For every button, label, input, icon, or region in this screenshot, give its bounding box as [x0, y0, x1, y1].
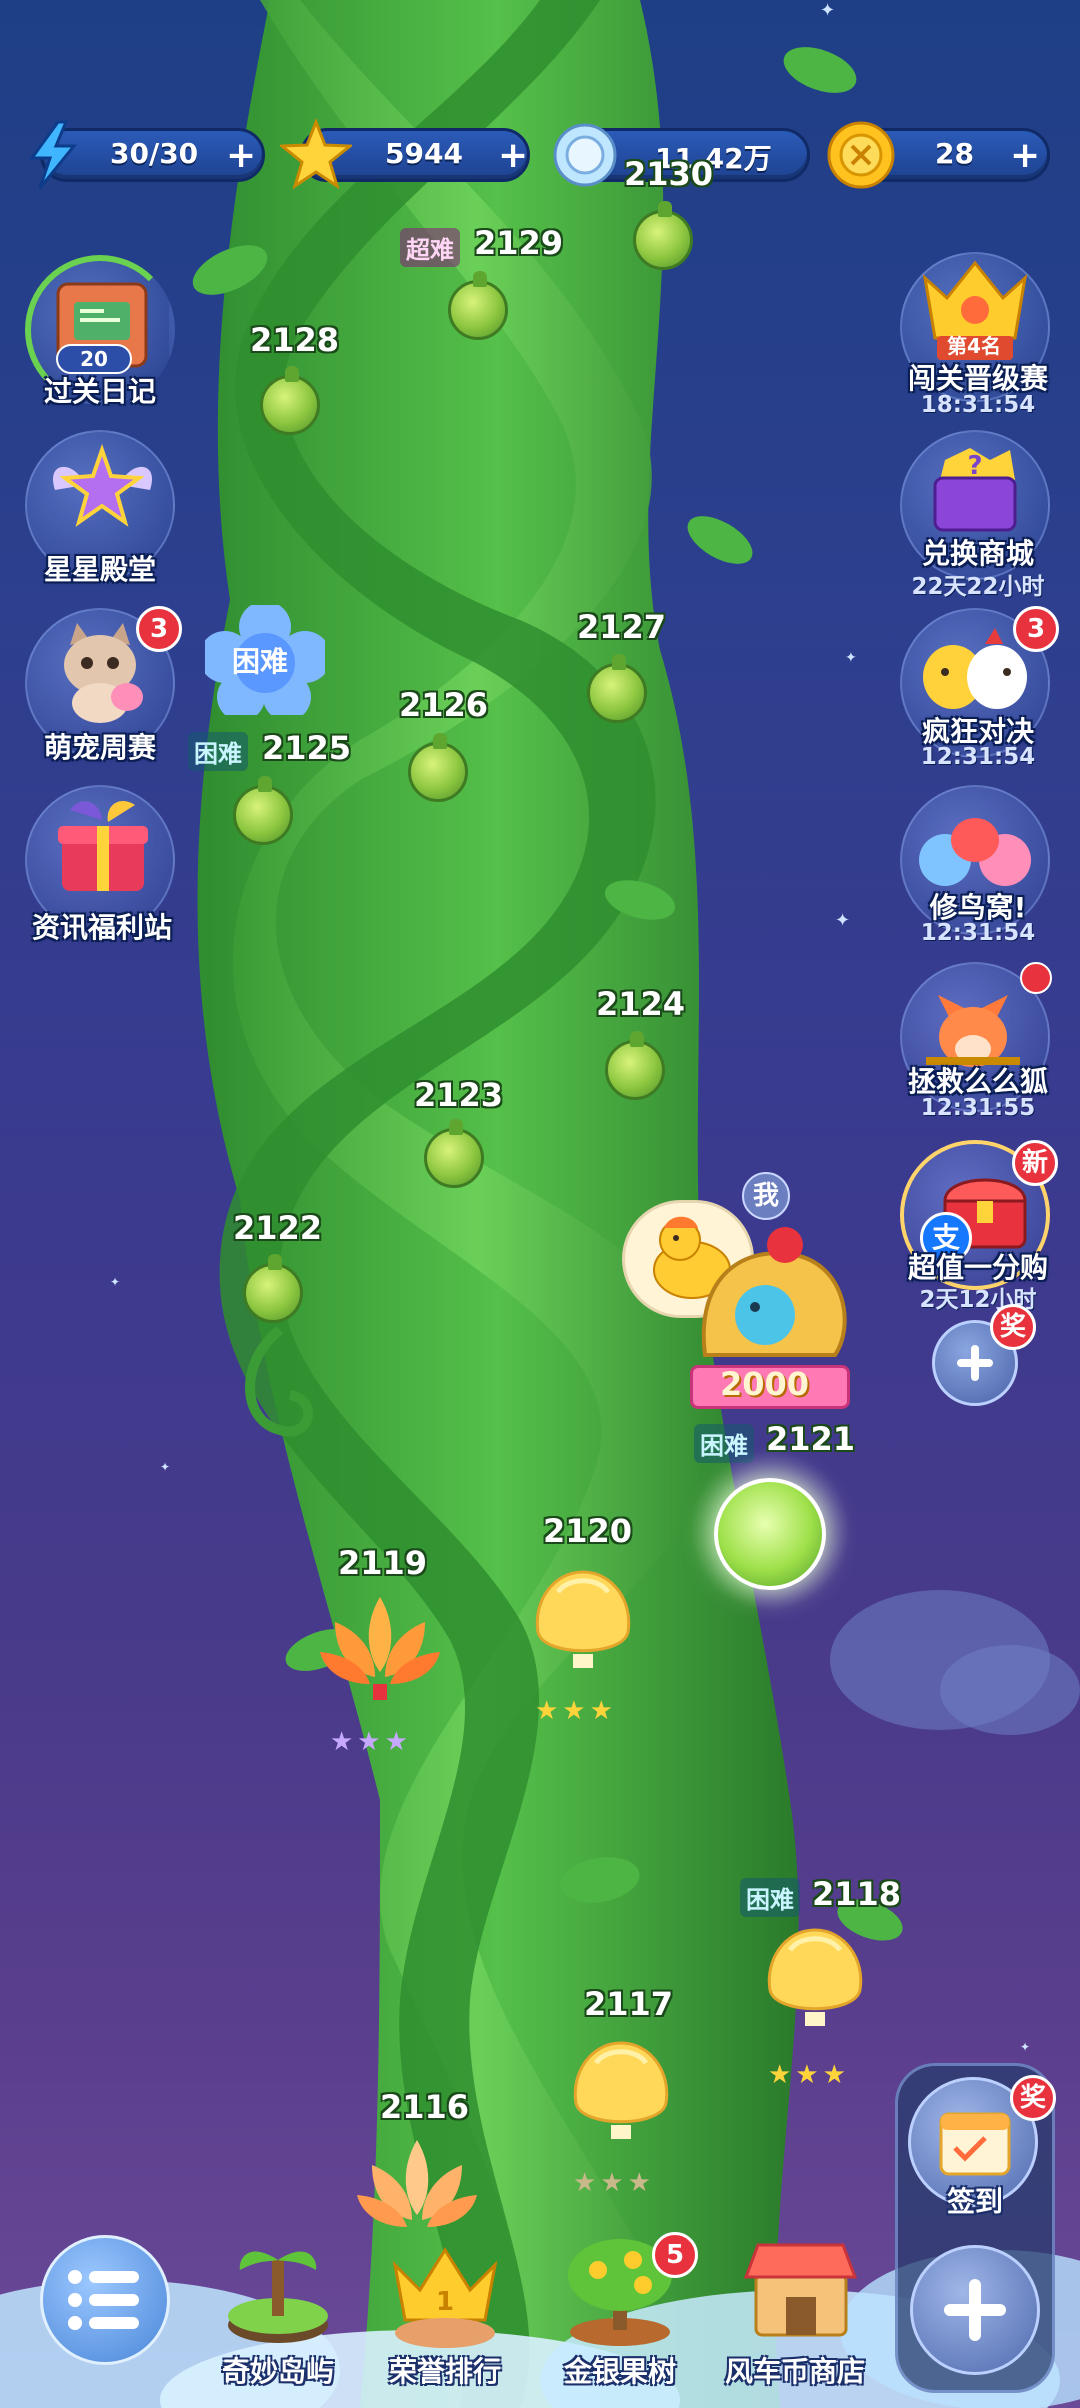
- level-2128-number: 2128: [250, 321, 340, 359]
- coin-icon: [827, 121, 895, 189]
- save-fox-label: 拯救么么狐: [907, 1065, 1048, 1098]
- star-palace-label: 星星殿堂: [43, 553, 156, 586]
- crazy-duel-timer: 12:31:54: [920, 744, 1036, 770]
- expand-reward-badge: 奖: [990, 1304, 1036, 1350]
- level-2118-number: 2118: [812, 1875, 902, 1913]
- signin-reward-badge: 奖: [1010, 2075, 1056, 2121]
- level-2129-number: 2129: [474, 224, 564, 262]
- lightning-icon: [29, 120, 78, 189]
- level-2125-node[interactable]: [233, 776, 293, 845]
- level-2117-lantern-node[interactable]: [566, 2033, 676, 2143]
- level-2124-node[interactable]: [605, 1031, 665, 1100]
- level-2125-difficulty: 困难: [188, 732, 248, 771]
- pet-weekly-label: 萌宠周赛: [43, 731, 156, 764]
- signin-label: 签到: [946, 2185, 1003, 2218]
- level-2127-node[interactable]: [587, 654, 647, 723]
- stars-value: 5944: [385, 137, 463, 170]
- calendar-icon: [939, 2112, 1011, 2176]
- hard-flower-label: 困难: [232, 645, 289, 678]
- level-2126-number: 2126: [399, 686, 489, 724]
- level-2118-stars: ★★★: [768, 2060, 850, 2090]
- rank-label: 第4名: [947, 334, 1001, 358]
- level-2129-node[interactable]: [448, 271, 508, 340]
- level-2126-node[interactable]: [408, 733, 468, 802]
- birds-icon: [919, 818, 1031, 886]
- level-promotion-timer: 18:31:54: [920, 392, 1036, 418]
- save-fox-dot: [1020, 962, 1052, 994]
- level-2117-stars: ★★★: [573, 2168, 655, 2198]
- level-2124-number: 2124: [596, 985, 686, 1023]
- level-2123-number: 2123: [414, 1076, 504, 1114]
- level-diary-label: 过关日记: [43, 375, 156, 408]
- gift-box-icon: [58, 801, 148, 891]
- winged-star-icon: [52, 443, 153, 527]
- level-2119-stars: ★★★: [330, 1727, 412, 1757]
- level-2121-number: 2121: [766, 1420, 856, 1458]
- level-2130-number: 2130: [624, 155, 714, 193]
- svg-text:?: ?: [967, 451, 982, 481]
- plus-icon: [957, 1345, 993, 1381]
- level-2121-current-node[interactable]: [714, 1478, 826, 1590]
- level-2116-number: 2116: [380, 2088, 470, 2126]
- level-2122-node[interactable]: [243, 1254, 303, 1323]
- shop-icon[interactable]: [738, 2235, 863, 2350]
- level-2130-node[interactable]: [633, 201, 693, 270]
- level-2125-number: 2125: [262, 729, 352, 767]
- shop-label[interactable]: 风车币商店: [705, 2350, 885, 2390]
- news-welfare-label: 资讯福利站: [31, 911, 172, 944]
- level-2129-difficulty: 超难: [400, 228, 460, 267]
- player-score: 2000: [720, 1365, 810, 1403]
- player-basket-icon: [701, 1227, 847, 1357]
- crown-ranking-icon[interactable]: 1: [385, 2235, 505, 2350]
- level-2118-lantern-node[interactable]: [760, 1920, 870, 2030]
- level-2119-lotus-node[interactable]: [315, 1592, 445, 1702]
- island-label[interactable]: 奇妙岛屿: [188, 2350, 368, 2390]
- level-2123-node[interactable]: [424, 1119, 484, 1188]
- save-fox-timer: 12:31:55: [920, 1095, 1036, 1121]
- energy-plus-button[interactable]: +: [226, 138, 256, 174]
- exchange-mall-label: 兑换商城: [921, 537, 1034, 570]
- sparkle-icon: ✦: [160, 1460, 171, 1474]
- crazy-duel-badge: 3: [1013, 606, 1059, 652]
- gem-coin-icon: [553, 123, 617, 187]
- level-2128-node[interactable]: [260, 366, 320, 435]
- level-2121-difficulty: 困难: [694, 1424, 754, 1463]
- me-tag: 我: [742, 1172, 790, 1220]
- level-2119-number: 2119: [338, 1544, 428, 1582]
- svg-text:1: 1: [436, 2287, 454, 2317]
- level-2122-number: 2122: [233, 1209, 323, 1247]
- plus-icon: [944, 2279, 1006, 2341]
- island-icon[interactable]: [218, 2230, 338, 2350]
- level-2117-number: 2117: [584, 1985, 674, 2023]
- level-promotion-label: 闯关晋级赛: [907, 362, 1048, 395]
- exchange-mall-timer: 22天22小时: [911, 574, 1045, 600]
- sparkle-icon: ✦: [835, 910, 851, 931]
- diary-progress-count: 20: [80, 347, 108, 371]
- coins-value: 28: [935, 137, 974, 170]
- money-tree-label[interactable]: 金银果树: [530, 2350, 710, 2390]
- sparkle-icon: ✦: [845, 650, 857, 666]
- level-2120-number: 2120: [543, 1512, 633, 1550]
- sparkle-icon: ✦: [820, 0, 836, 21]
- list-menu-icon: [68, 2270, 139, 2330]
- level-2120-stars: ★★★: [535, 1696, 617, 1726]
- one-cent-deal-new-badge: 新: [1012, 1140, 1058, 1186]
- pet-weekly-badge: 3: [136, 606, 182, 652]
- sparkle-icon: ✦: [110, 1275, 121, 1289]
- mystery-box-icon: ?: [933, 448, 1017, 532]
- stars-plus-button[interactable]: +: [498, 138, 528, 174]
- sparkle-icon: ✦: [1020, 2040, 1031, 2054]
- fix-nest-timer: 12:31:54: [920, 920, 1036, 946]
- energy-value: 30/30: [110, 137, 199, 170]
- level-2127-number: 2127: [577, 608, 667, 646]
- ranking-label[interactable]: 荣誉排行: [355, 2350, 535, 2390]
- level-2118-difficulty: 困难: [740, 1878, 800, 1917]
- coins-plus-button[interactable]: +: [1010, 138, 1040, 174]
- level-2120-lantern-node[interactable]: [528, 1562, 638, 1672]
- level-2116-lotus-node[interactable]: [352, 2135, 482, 2245]
- me-tag-text: 我: [752, 1181, 779, 1211]
- money-tree-badge: 5: [652, 2232, 698, 2278]
- one-cent-deal-timer: 2天12小时: [919, 1287, 1037, 1313]
- star-icon: [280, 118, 352, 190]
